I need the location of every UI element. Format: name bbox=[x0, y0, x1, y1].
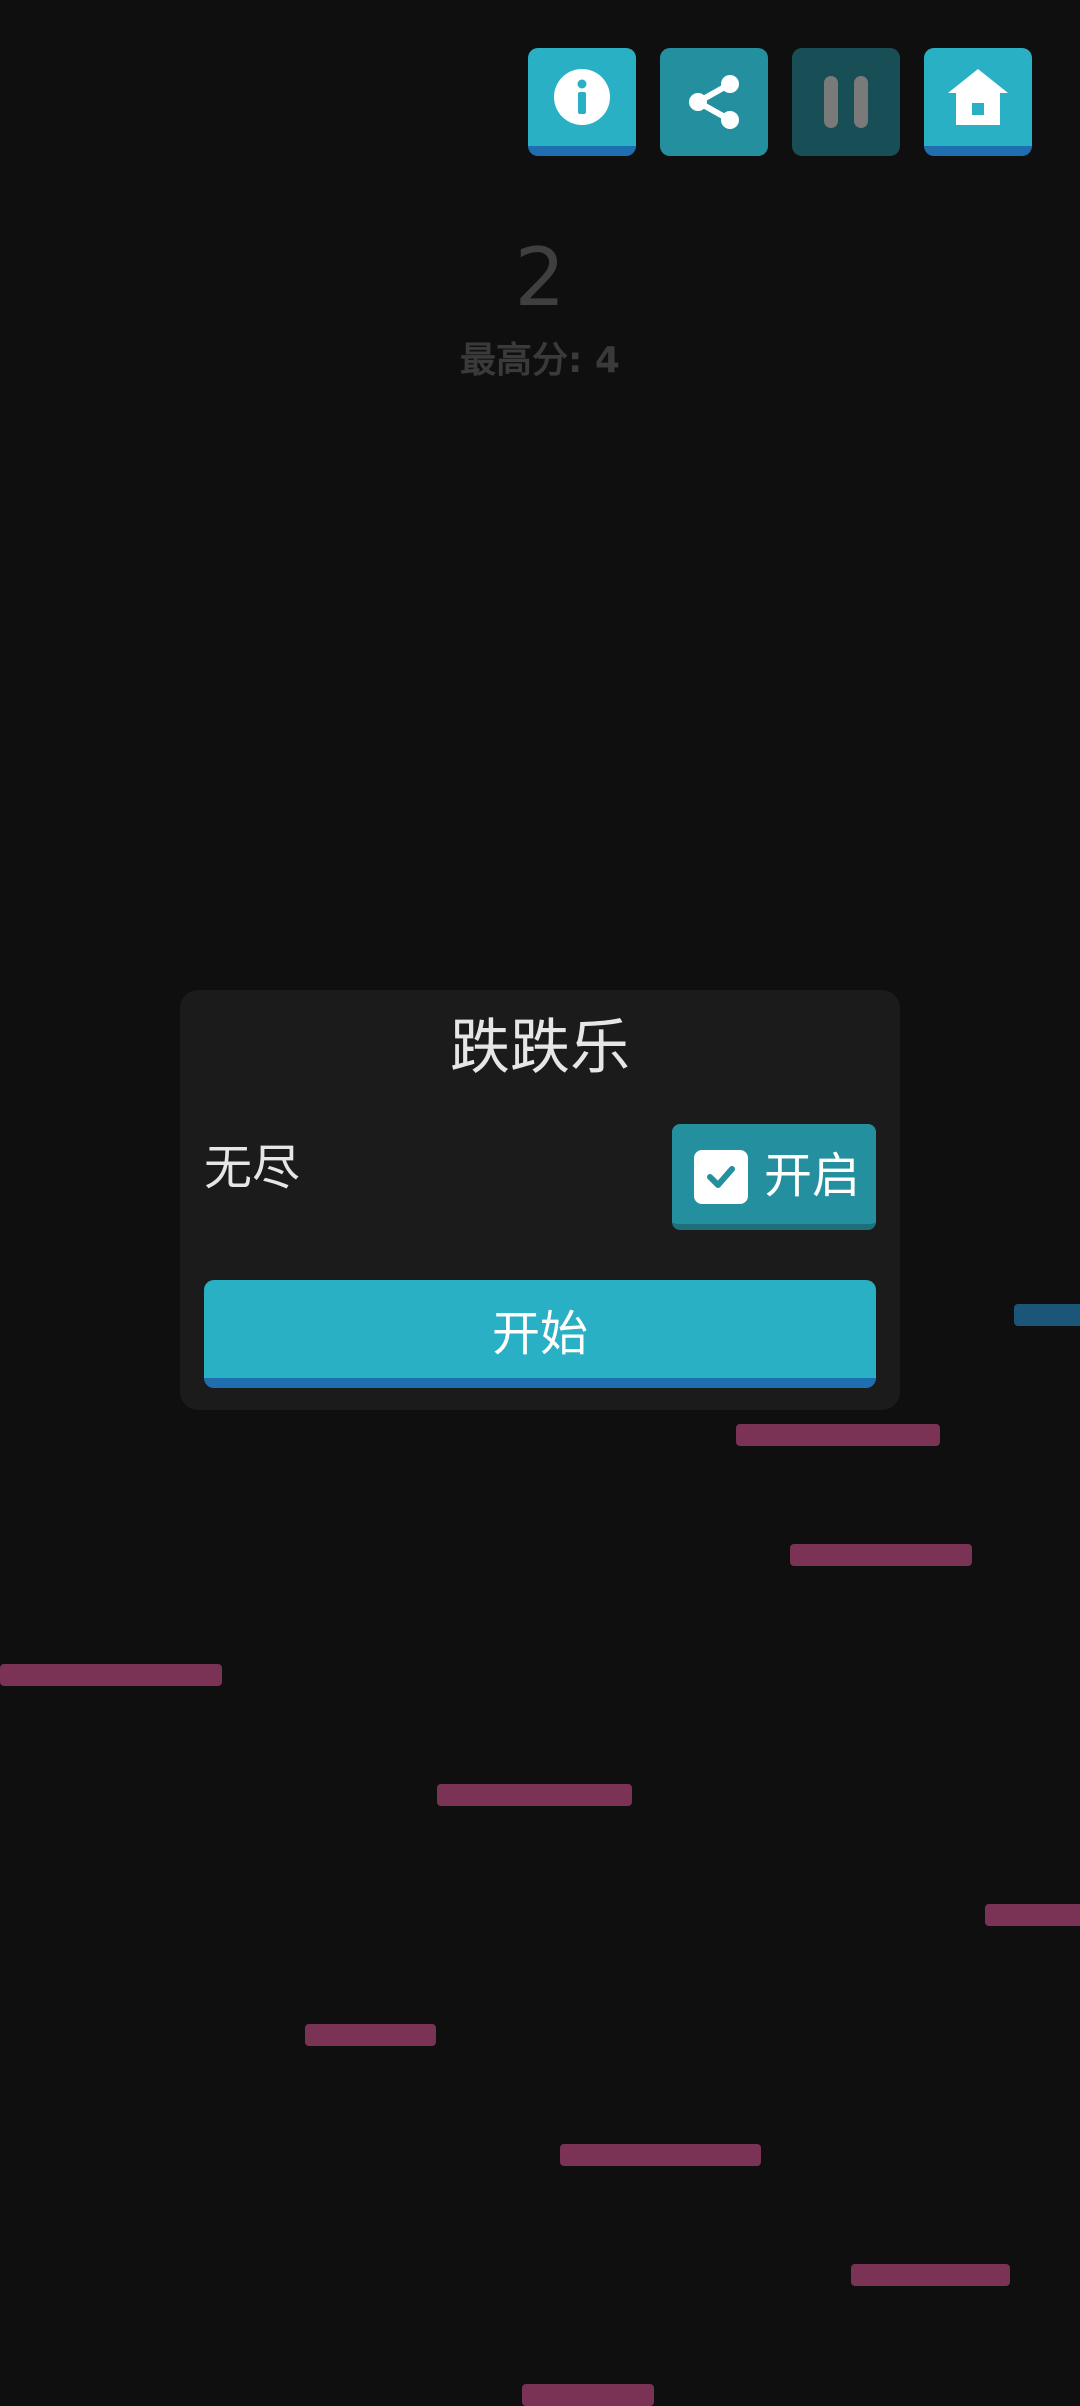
pause-icon bbox=[818, 72, 874, 132]
platform bbox=[0, 1664, 222, 1686]
endless-mode-label: 无尽 bbox=[204, 1140, 301, 1196]
home-button[interactable] bbox=[924, 48, 1032, 156]
best-score: 最高分: 4 bbox=[460, 340, 620, 381]
game-start-dialog: 跌跌乐 无尽 开启 开始 bbox=[180, 990, 900, 1410]
info-button[interactable] bbox=[528, 48, 636, 156]
share-icon bbox=[682, 70, 746, 134]
check-icon bbox=[694, 1150, 748, 1204]
platform bbox=[1014, 1304, 1080, 1326]
platform bbox=[790, 1544, 972, 1566]
start-button[interactable]: 开始 bbox=[204, 1280, 876, 1388]
toggle-label: 开启 bbox=[764, 1148, 861, 1204]
current-score: 2 bbox=[514, 231, 566, 324]
platform bbox=[851, 2264, 1010, 2286]
platform bbox=[305, 2024, 436, 2046]
platform bbox=[560, 2144, 761, 2166]
dialog-title: 跌跌乐 bbox=[450, 1013, 630, 1083]
home-icon bbox=[946, 67, 1010, 127]
share-button[interactable] bbox=[660, 48, 768, 156]
platform bbox=[437, 1784, 632, 1806]
info-icon bbox=[552, 67, 612, 127]
platform bbox=[985, 1904, 1080, 1926]
endless-mode-toggle[interactable]: 开启 bbox=[672, 1124, 876, 1230]
pause-button[interactable] bbox=[792, 48, 900, 156]
platform bbox=[522, 2384, 654, 2406]
platform bbox=[736, 1424, 940, 1446]
